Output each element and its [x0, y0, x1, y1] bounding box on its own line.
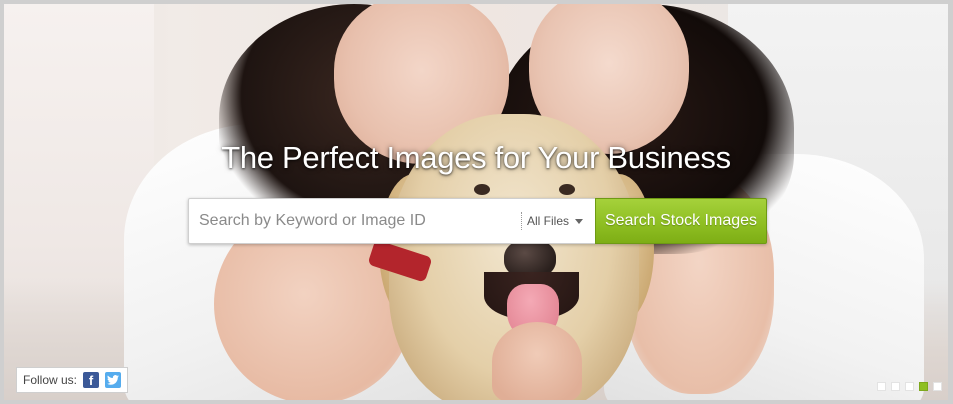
search-stock-images-button[interactable]: Search Stock Images — [595, 198, 767, 244]
follow-us-label: Follow us: — [23, 373, 78, 387]
facebook-icon[interactable]: f — [83, 372, 100, 388]
file-type-dropdown[interactable]: All Files — [527, 199, 593, 243]
chevron-down-icon — [575, 218, 584, 224]
hero-frame: The Perfect Images for Your Business All… — [0, 0, 953, 404]
search-bar: All Files Search Stock Images — [188, 198, 767, 244]
slider-dot[interactable] — [891, 382, 900, 391]
hero-photo-dog-eye-left — [474, 184, 490, 195]
slider-dot[interactable] — [905, 382, 914, 391]
hero-photo-dog-eye-right — [559, 184, 575, 195]
hero-headline: The Perfect Images for Your Business — [221, 140, 731, 175]
slider-dot[interactable] — [933, 382, 942, 391]
hero-photo-hand — [492, 322, 582, 400]
twitter-icon[interactable] — [105, 372, 122, 388]
file-type-label: All Files — [527, 214, 570, 228]
search-divider — [521, 212, 522, 230]
slider-dot[interactable] — [919, 382, 928, 391]
twitter-bird-glyph — [107, 375, 120, 385]
hero-banner: The Perfect Images for Your Business All… — [4, 4, 948, 400]
search-input[interactable] — [189, 199, 529, 243]
slider-dot[interactable] — [877, 382, 886, 391]
slider-pagination — [877, 382, 942, 391]
follow-us-box: Follow us: f — [16, 367, 129, 393]
